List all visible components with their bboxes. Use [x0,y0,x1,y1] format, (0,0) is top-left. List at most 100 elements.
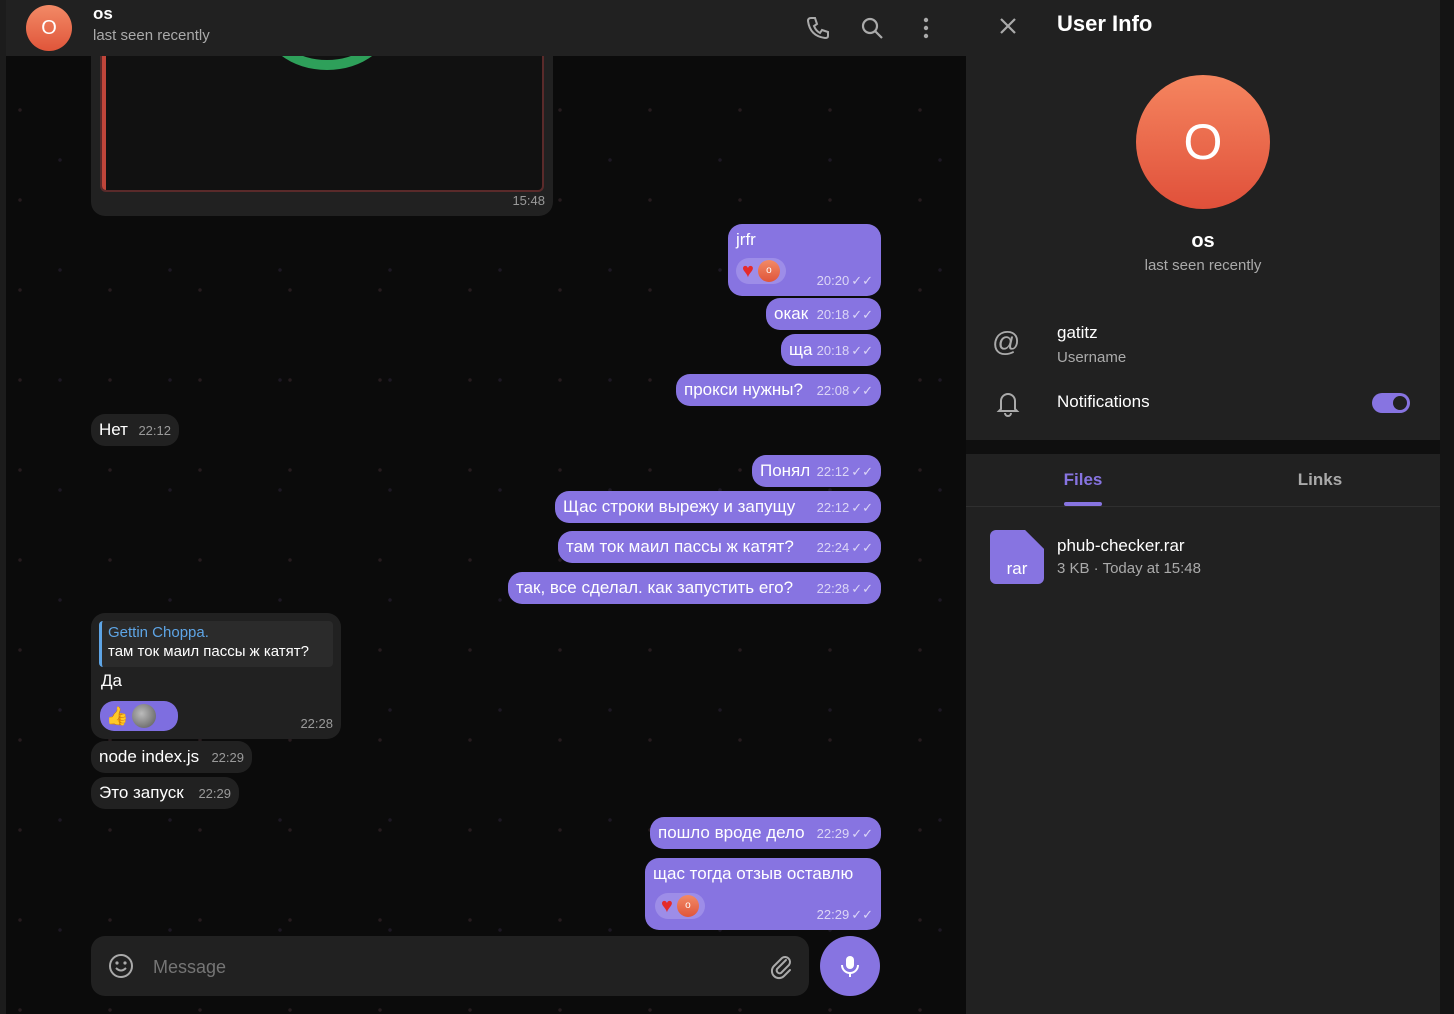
message-out[interactable]: пошло вроде дело 22:29 ✓✓ [650,817,881,849]
message-time: 22:12 ✓✓ [817,498,873,518]
reaction[interactable]: ♥ o [736,258,786,284]
message-in[interactable]: node index.js 22:29 [91,741,252,773]
microphone-button[interactable] [820,936,880,996]
message-text: Да [101,671,122,690]
tab-files[interactable]: Files [966,456,1200,506]
reply-text: там ток маил пассы ж катят? [108,643,309,660]
message-out[interactable]: там ток маил пассы ж катят? 22:24 ✓✓ [558,531,881,563]
user-info-panel: User Info O os last seen recently @ gati… [966,0,1440,1014]
message-in[interactable]: Это запуск 22:29 [91,777,239,809]
file-ext: rar [1006,559,1028,578]
message-time: 22:28 ✓✓ [817,579,873,599]
message-composer[interactable] [91,936,809,996]
double-check-icon: ✓✓ [851,343,873,358]
username-label: Username [1057,349,1127,366]
message-time: 22:12 [138,423,171,438]
profile-status: last seen recently [1144,257,1262,274]
message-text: пошло вроде дело [658,823,805,842]
message-out[interactable]: Щас строки вырежу и запущу 22:12 ✓✓ [555,491,881,523]
reaction[interactable]: 👍 [100,701,178,731]
username-value: gatitz [1057,323,1098,342]
chat-title: os [93,4,113,23]
notifications-row[interactable]: Notifications [966,384,1440,424]
message-out[interactable]: щас тогда отзыв оставлю ♥ o 22:29 ✓✓ [645,858,881,930]
file-meta: 3 KB · Today at 15:48 [1057,560,1201,577]
chat-area: 15:48 jrfr ♥ o 20:20 ✓✓ окак 20:18 ✓✓ ща 2… [0,0,966,1014]
message-text: ща [789,340,813,359]
message-time: 22:29 ✓✓ [817,905,873,925]
file-icon: rar [990,530,1044,584]
message-text: Это запуск [99,783,184,802]
reply-author: Gettin Choppa. [108,624,209,641]
emoji-icon[interactable] [107,952,135,980]
tab-files-label: Files [1063,470,1103,489]
attach-icon[interactable] [767,952,795,980]
profile-avatar[interactable]: O [1136,75,1270,209]
reply-quote[interactable]: Gettin Choppa. там ток маил пассы ж катя… [99,621,333,667]
file-item[interactable]: rar phub-checker.rar 3 KB · Today at 15:… [966,524,1440,588]
message-time: 20:18 ✓✓ [817,341,873,361]
media-preview[interactable] [100,40,544,192]
scrollbar[interactable] [1440,0,1454,1014]
message-text: jrfr [736,230,756,249]
message-out[interactable]: прокси нужны? 22:08 ✓✓ [676,374,881,406]
heart-icon: ♥ [742,260,754,282]
message-time: 20:20 ✓✓ [817,271,873,291]
message-in-reply[interactable]: Gettin Choppa. там ток маил пассы ж катя… [91,613,341,739]
double-check-icon: ✓✓ [851,273,873,288]
section-divider [966,440,1440,454]
message-out[interactable]: так, все сделал. как запустить его? 22:2… [508,572,881,604]
search-icon[interactable] [856,12,888,44]
phone-icon[interactable] [802,12,834,44]
message-out[interactable]: Понял 22:12 ✓✓ [752,455,881,487]
media-message[interactable]: 15:48 [91,40,553,216]
reaction-avatar [132,704,157,728]
avatar[interactable]: O [26,5,72,51]
double-check-icon: ✓✓ [851,500,873,515]
double-check-icon: ✓✓ [851,540,873,555]
tab-links[interactable]: Links [1200,456,1440,506]
message-time: 22:28 [300,716,333,731]
double-check-icon: ✓✓ [851,581,873,596]
double-check-icon: ✓✓ [851,907,873,922]
microphone-icon [841,956,859,977]
reaction-avatar: o [757,260,780,282]
message-text: Понял [760,461,811,480]
left-edge [0,0,6,1014]
profile-name: os [1191,230,1215,252]
message-text: там ток маил пассы ж катят? [566,537,794,556]
message-text: Нет [99,420,128,439]
bell-icon [994,389,1022,417]
message-text: прокси нужны? [684,380,803,399]
message-text: Щас строки вырежу и запущу [563,497,796,516]
message-out[interactable]: jrfr ♥ o 20:20 ✓✓ [728,224,881,296]
message-time: 22:29 [211,750,244,765]
notifications-label: Notifications [1057,392,1150,411]
chat-header[interactable]: O os last seen recently [6,0,966,56]
reaction-avatar: o [676,895,699,917]
notifications-toggle[interactable] [1372,393,1410,413]
message-time: 22:12 ✓✓ [817,462,873,482]
tabs-divider [966,506,1440,507]
message-out[interactable]: окак 20:18 ✓✓ [766,298,881,330]
reaction[interactable]: ♥ o [655,893,705,919]
message-time: 22:29 [198,786,231,801]
message-time: 15:48 [512,193,545,208]
message-text: окак [774,304,809,323]
message-time: 20:18 ✓✓ [817,305,873,325]
file-name: phub-checker.rar [1057,536,1185,555]
message-in[interactable]: Нет 22:12 [91,414,179,446]
media-border-left [102,40,106,190]
tab-links-label: Links [1297,470,1343,489]
panel-title: User Info [1057,11,1153,36]
more-icon[interactable] [910,12,942,44]
message-time: 22:24 ✓✓ [817,538,873,558]
message-time: 22:08 ✓✓ [817,381,873,401]
close-icon[interactable] [994,12,1022,40]
username-row[interactable]: @ gatitz Username [966,318,1440,374]
message-input[interactable] [151,950,735,984]
chat-status: last seen recently [93,27,210,44]
message-out[interactable]: ща 20:18 ✓✓ [781,334,881,366]
thumbs-up-icon: 👍 [106,706,129,726]
message-text: так, все сделал. как запустить его? [516,578,794,597]
